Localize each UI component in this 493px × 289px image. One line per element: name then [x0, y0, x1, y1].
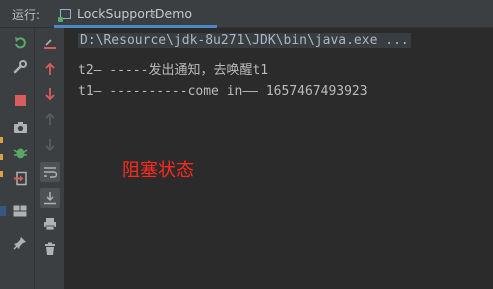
- close-tab-icon[interactable]: ×: [148, 8, 157, 19]
- stop-icon[interactable]: [11, 91, 29, 109]
- print-icon[interactable]: [41, 215, 59, 233]
- run-label: 运行:: [12, 8, 41, 22]
- soft-wrap-icon[interactable]: [40, 162, 60, 182]
- tab-label: LockSupportDemo: [77, 6, 193, 21]
- rerun-icon[interactable]: [11, 34, 29, 52]
- tab-locksupportdemo[interactable]: LockSupportDemo: [54, 0, 217, 27]
- camera-icon[interactable]: [11, 118, 29, 136]
- clear-icon[interactable]: [41, 35, 59, 53]
- run-config-icon: [58, 8, 71, 22]
- console-line: t2— -----发出通知，去唤醒t1: [78, 63, 269, 78]
- wrench-icon[interactable]: [11, 58, 29, 76]
- exit-icon[interactable]: [11, 169, 29, 187]
- blocked-state-annotation: 阻塞状态: [122, 160, 194, 181]
- edge-marker: [0, 154, 3, 160]
- edge-marker: [0, 137, 3, 143]
- debug-icon[interactable]: [11, 143, 29, 161]
- pin-icon[interactable]: [11, 234, 29, 252]
- down-arrow-icon[interactable]: [41, 85, 59, 103]
- edge-marker: [0, 206, 6, 216]
- edge-marker: [0, 171, 3, 177]
- run-toolwindow-header: 运行: LockSupportDemo ×: [0, 0, 493, 28]
- console-output[interactable]: D:\Resource\jdk-8u271\JDK\bin\java.exe .…: [65, 28, 493, 289]
- scroll-to-end-icon[interactable]: [40, 188, 60, 208]
- trash-icon[interactable]: [41, 240, 59, 258]
- up-disabled-icon: [41, 110, 59, 128]
- console-toolbar: [35, 28, 65, 289]
- layout-icon[interactable]: [11, 202, 29, 220]
- down-disabled-icon: [41, 136, 59, 154]
- console-line: t1— ----------come in—— 1657467493923: [78, 84, 368, 99]
- up-arrow-icon[interactable]: [41, 60, 59, 78]
- run-toolbar-left: [0, 28, 35, 289]
- command-line[interactable]: D:\Resource\jdk-8u271\JDK\bin\java.exe .…: [78, 33, 411, 48]
